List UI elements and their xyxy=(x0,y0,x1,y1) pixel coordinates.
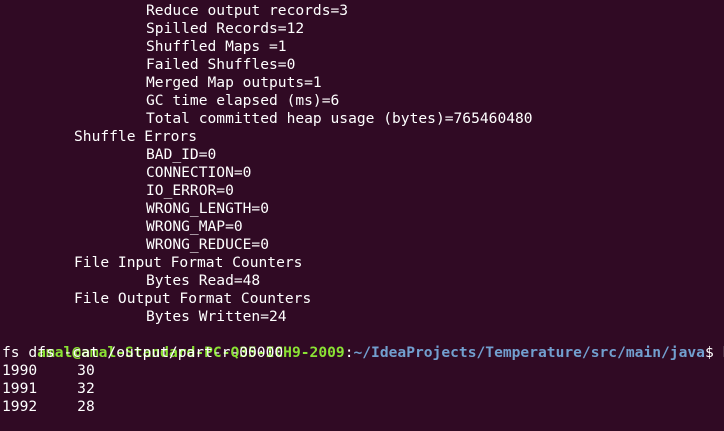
prompt-path: ~/IdeaProjects/Temperature/src/main/java xyxy=(353,344,705,361)
counter-line: CONNECTION=0 xyxy=(146,164,252,181)
counter-group-header: File Input Format Counters xyxy=(74,254,303,271)
output-value: 32 xyxy=(77,380,95,397)
counter-line: Failed Shuffles=0 xyxy=(146,56,296,73)
prompt-line-active[interactable]: amal@amal-Standard-PC-Q35-ICH9-2009:~/Id… xyxy=(2,413,724,431)
counter-group-header: File Output Format Counters xyxy=(74,290,312,307)
counter-line: WRONG_REDUCE=0 xyxy=(146,236,270,253)
prompt-symbol: $ xyxy=(704,344,723,361)
counter-line: GC time elapsed (ms)=6 xyxy=(146,92,340,109)
output-year: 1990 xyxy=(2,362,38,379)
counter-line: WRONG_LENGTH=0 xyxy=(146,200,270,217)
counter-group-header: Shuffle Errors xyxy=(74,128,198,145)
counter-line: WRONG_MAP=0 xyxy=(146,218,243,235)
counter-line: Spilled Records=12 xyxy=(146,20,305,37)
terminal-window[interactable]: Reduce output records=3 Spilled Records=… xyxy=(0,0,724,431)
counter-line: IO_ERROR=0 xyxy=(146,182,234,199)
counter-line: Merged Map outputs=1 xyxy=(146,74,322,91)
counter-line: Total committed heap usage (bytes)=76546… xyxy=(146,110,533,127)
counter-line: Shuffled Maps =1 xyxy=(146,38,287,55)
counter-line: Bytes Read=48 xyxy=(146,272,261,289)
prompt-line: amal@amal-Standard-PC-Q35-ICH9-2009:~/Id… xyxy=(2,326,724,361)
counter-line: BAD_ID=0 xyxy=(146,146,217,163)
output-row: 1991 32 xyxy=(2,380,95,398)
output-year: 1991 xyxy=(2,380,38,397)
output-row: 1990 30 xyxy=(2,362,95,380)
output-value: 30 xyxy=(77,362,95,379)
command-continuation: fs dfs -cat /output/part-r-00000 xyxy=(2,344,284,361)
counter-line: Reduce output records=3 xyxy=(146,2,349,19)
counter-line: Bytes Written=24 xyxy=(146,308,287,325)
